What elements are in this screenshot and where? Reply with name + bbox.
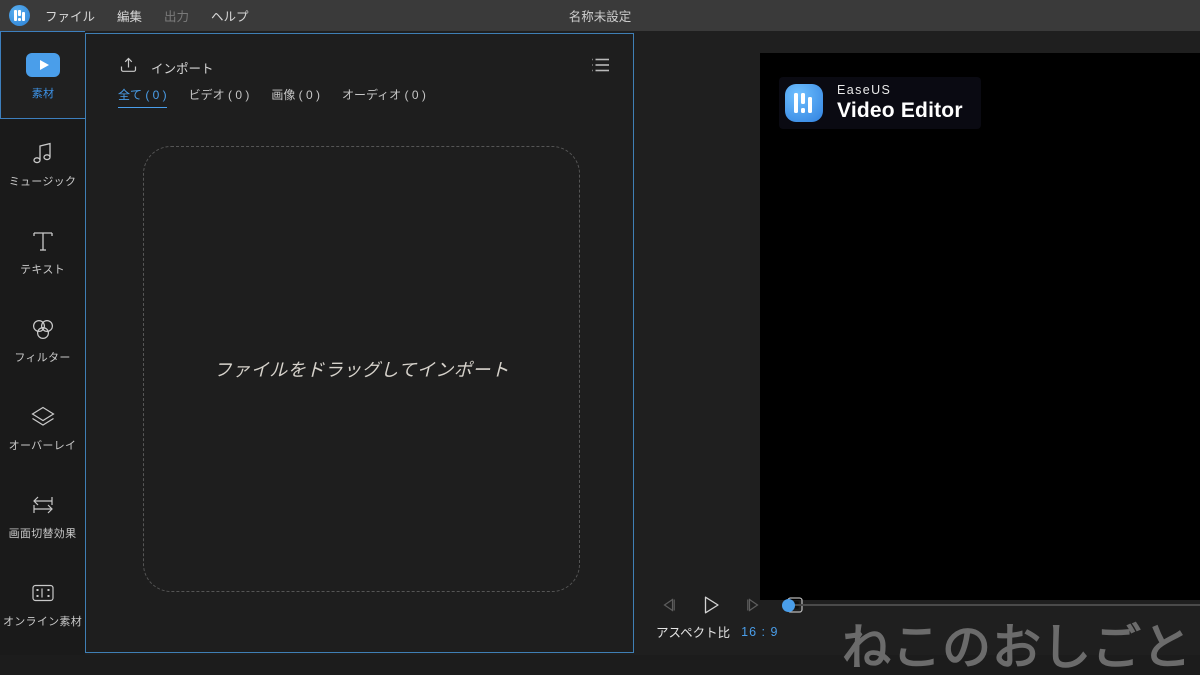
sidebar-item-label: オーバーレイ [8, 440, 77, 452]
import-button[interactable]: インポート [119, 56, 214, 78]
media-type-tabs: 全て ( 0 ) ビデオ ( 0 ) 画像 ( 0 ) オーディオ ( 0 ) [118, 86, 426, 108]
menu-item-help[interactable]: ヘルプ [210, 4, 250, 27]
easeus-video-editor-window: ファイル 編集 出力 ヘルプ 名称未設定 素材 ミュージック テキスト フィルタ… [0, 0, 1200, 675]
menu-item-export: 出力 [164, 10, 190, 24]
bottom-strip [0, 655, 1200, 675]
menu-item-edit[interactable]: 編集 [116, 4, 143, 27]
transition-arrows-icon [26, 490, 60, 520]
sidebar-item-transition[interactable]: 画面切替効果 [0, 471, 85, 559]
next-frame-button[interactable] [740, 592, 766, 618]
volume-slider-handle[interactable] [782, 599, 795, 612]
sidebar-item-text[interactable]: テキスト [0, 207, 85, 295]
tab-video[interactable]: ビデオ ( 0 ) [189, 86, 250, 108]
import-label: インポート [151, 61, 214, 76]
aspect-ratio-value[interactable]: 16 : 9 [741, 625, 778, 639]
play-button[interactable] [698, 592, 724, 618]
venn-circles-icon [26, 314, 60, 344]
sidebar-item-overlay[interactable]: オーバーレイ [0, 383, 85, 471]
aspect-ratio-control: アスペクト比 16 : 9 [656, 622, 778, 641]
play-button-icon [26, 50, 60, 80]
file-dropzone[interactable]: ファイルをドラッグしてインポート [143, 146, 580, 592]
title-bar: ファイル 編集 出力 ヘルプ 名称未設定 [0, 0, 1200, 31]
brand-title: Video Editor [837, 99, 963, 122]
volume-slider-track[interactable] [782, 604, 1200, 606]
preview-panel: EaseUS Video Editor アスペクト比 16: 9 [634, 31, 1200, 675]
media-library-panel: インポート 全て ( 0 ) ビデオ ( 0 ) 画像 ( 0 ) オーディオ … [85, 33, 634, 653]
sidebar-item-label: ミュージック [8, 176, 77, 188]
import-upload-icon [119, 56, 138, 78]
sidebar-item-label: 画面切替効果 [8, 528, 77, 540]
sidebar-item-label: 素材 [31, 88, 55, 100]
easeus-logo-icon [9, 5, 30, 26]
stacked-diamond-icon [26, 402, 60, 432]
sidebar-item-label: フィルター [14, 352, 71, 364]
music-note-icon [26, 138, 60, 168]
text-t-icon [26, 226, 60, 256]
video-preview[interactable]: EaseUS Video Editor [760, 53, 1200, 600]
menu-item-file[interactable]: ファイル [44, 4, 96, 27]
sidebar: 素材 ミュージック テキスト フィルター オーバーレイ 画面切替効果 オンライン… [0, 31, 85, 675]
film-strip-icon [26, 578, 60, 608]
brand-subtitle: EaseUS [837, 83, 892, 97]
sidebar-item-filter[interactable]: フィルター [0, 295, 85, 383]
list-view-icon[interactable] [591, 57, 611, 73]
tab-all[interactable]: 全て ( 0 ) [118, 86, 167, 108]
menu-bar: ファイル 編集 出力 ヘルプ [44, 4, 250, 27]
aspect-ratio-label: アスペクト比 [656, 626, 731, 640]
easeus-brand-icon [785, 84, 823, 122]
sidebar-item-label: テキスト [20, 264, 65, 276]
tab-image[interactable]: 画像 ( 0 ) [271, 86, 320, 108]
sidebar-item-media[interactable]: 素材 [0, 31, 85, 119]
previous-frame-button[interactable] [656, 592, 682, 618]
sidebar-item-label: オンライン素材 [2, 616, 83, 628]
dropzone-label: ファイルをドラッグしてインポート [213, 360, 510, 380]
tab-audio[interactable]: オーディオ ( 0 ) [342, 86, 426, 108]
sidebar-item-online-media[interactable]: オンライン素材 [0, 559, 85, 647]
sidebar-item-music[interactable]: ミュージック [0, 119, 85, 207]
easeus-brand-logo: EaseUS Video Editor [779, 77, 981, 129]
